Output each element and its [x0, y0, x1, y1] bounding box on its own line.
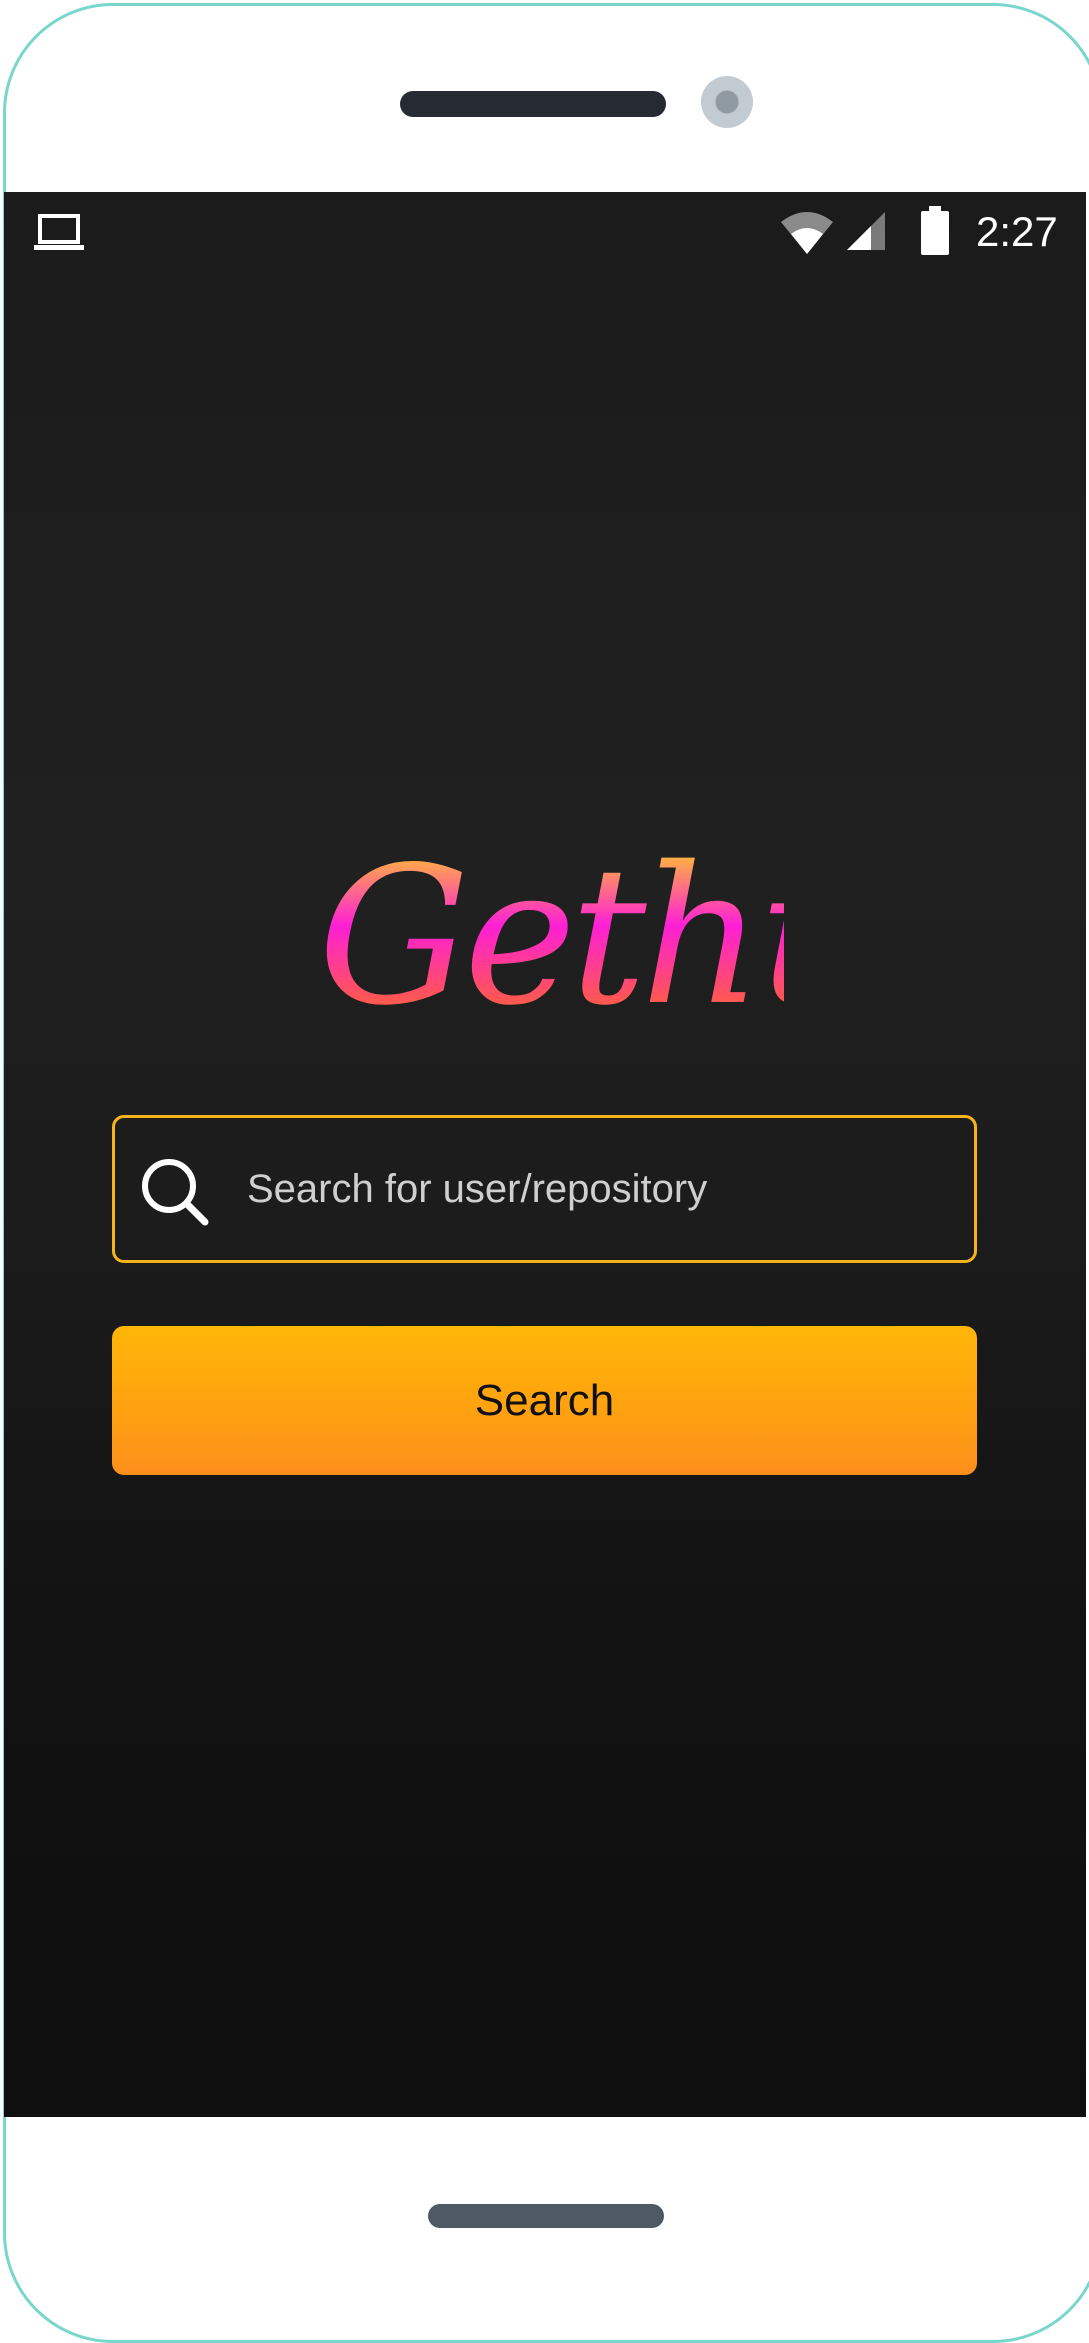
- logo-text: Gethub: [318, 826, 784, 1047]
- search-button-label: Search: [474, 1375, 615, 1425]
- status-time: 2:27: [976, 208, 1058, 255]
- search-input[interactable]: [245, 1138, 949, 1240]
- cell-signal-icon: [847, 210, 887, 252]
- home-indicator: [428, 2204, 664, 2228]
- battery-icon: [920, 206, 950, 256]
- phone-speaker: [400, 91, 666, 117]
- search-field[interactable]: [112, 1115, 977, 1263]
- wifi-icon: [779, 208, 835, 256]
- app-logo: Gethub: [314, 822, 995, 1062]
- front-camera: [701, 76, 753, 128]
- gethub-logo-wordmark: Gethub: [318, 826, 995, 1047]
- laptop-icon: [34, 212, 86, 252]
- search-icon: [139, 1156, 211, 1228]
- app-screen: 2:27 Gethub Search: [4, 192, 1086, 2117]
- search-button[interactable]: Search: [112, 1326, 977, 1475]
- status-bar: 2:27: [4, 192, 1086, 272]
